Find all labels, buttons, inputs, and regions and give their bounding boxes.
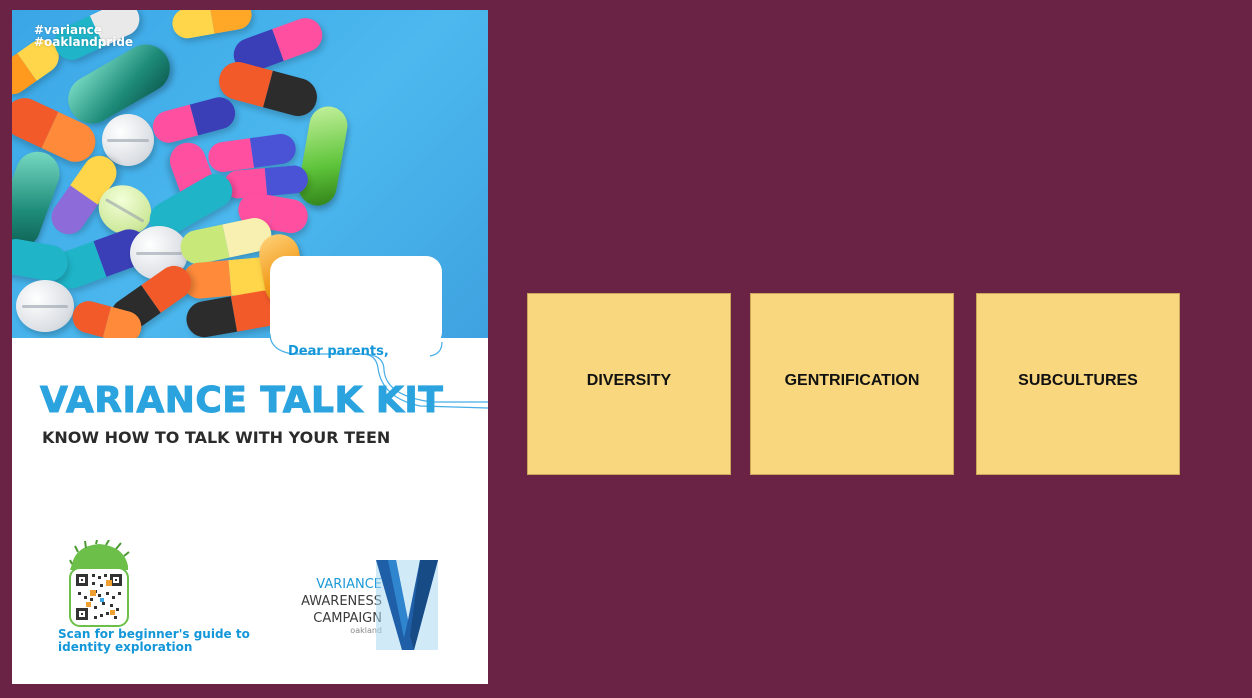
topic-card-gentrification[interactable]: GENTRIFICATION [750, 293, 954, 475]
variance-talk-kit-poster: #variance #oaklandpride Dear parents, VA… [12, 10, 488, 684]
hashtags: #variance #oaklandpride [34, 24, 133, 48]
topic-card-label: GENTRIFICATION [784, 372, 920, 389]
kit-title: VARIANCE TALK KIT [39, 380, 444, 422]
topic-card-label: DIVERSITY [586, 372, 672, 389]
topic-card-diversity[interactable]: DIVERSITY [527, 293, 731, 475]
topic-card-label: SUBCULTURES [1018, 372, 1138, 389]
campaign-logo-text: VARIANCE AWARENESS CAMPAIGN oakland [286, 576, 382, 635]
qr-code-icon[interactable] [66, 540, 132, 628]
logo-line-variance: VARIANCE [316, 577, 382, 592]
logo-line-campaign: CAMPAIGN [313, 611, 382, 626]
slide-canvas: #variance #oaklandpride Dear parents, VA… [0, 0, 1252, 698]
scan-caption-line-2: identity exploration [58, 640, 193, 654]
logo-line-oakland: oakland [350, 626, 382, 635]
variance-v-logo-icon [376, 560, 438, 650]
speech-bubble [270, 256, 442, 348]
kit-subtitle: KNOW HOW TO TALK WITH YOUR TEEN [42, 428, 391, 447]
topic-card-subcultures[interactable]: SUBCULTURES [976, 293, 1180, 475]
logo-line-awareness: AWARENESS [301, 594, 382, 609]
greeting-text: Dear parents, [288, 344, 389, 359]
scan-caption: Scan for beginner's guide to identity ex… [58, 628, 250, 654]
hashtag-oaklandpride: #oaklandpride [34, 35, 134, 49]
